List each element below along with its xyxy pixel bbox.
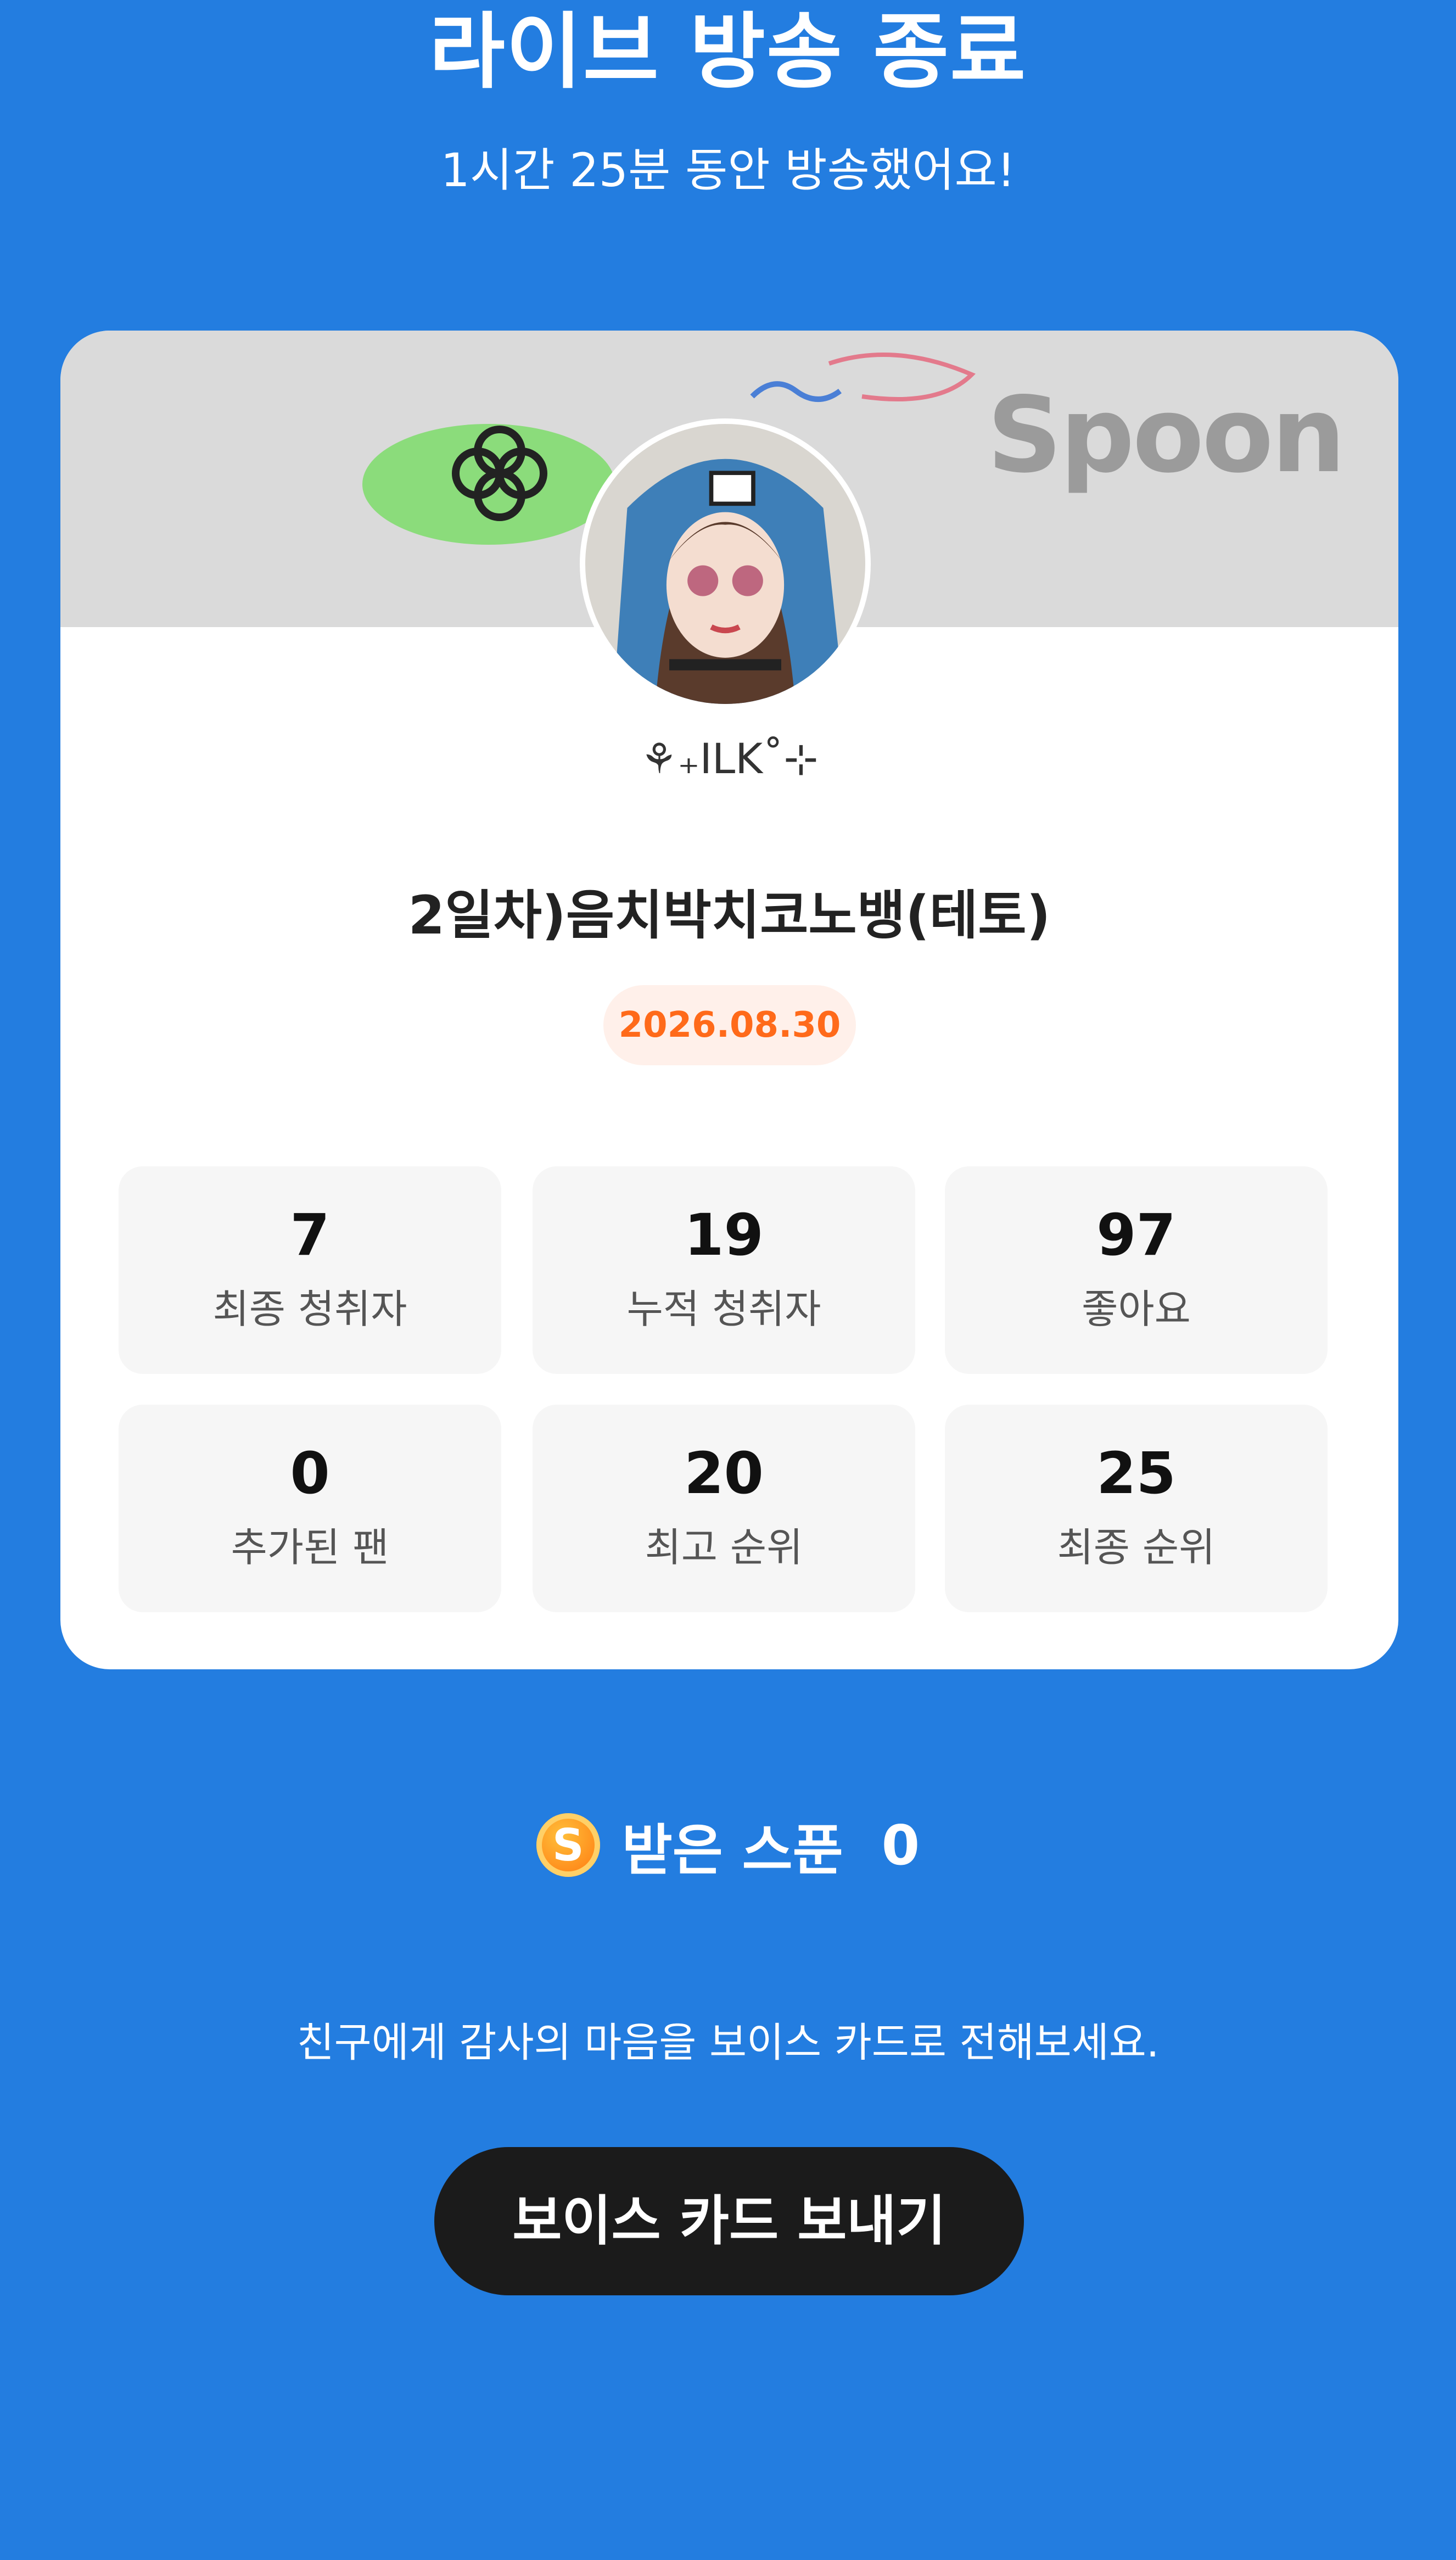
avatar[interactable] [580,418,871,709]
stat-highest-rank: 20 최고 순위 [533,1405,915,1612]
stat-value: 25 [1096,1440,1176,1507]
date-badge: 2026.08.30 [603,985,856,1065]
broadcast-summary-card: Spoon ⚘₊ILK˚⊹ 2일차)음치박치코노뱅(테토) 2026.08.30… [60,331,1398,1669]
voice-card-message: 친구에게 감사의 마음을 보이스 카드로 전해보세요. [296,2019,1160,2066]
stat-label: 최종 청취자 [212,1286,407,1332]
received-spoons-label: 받은 스푼 [621,1818,843,1882]
stat-label: 누적 청취자 [626,1286,821,1332]
avatar-image [585,424,865,704]
streamer-nickname: ⚘₊ILK˚⊹ [640,734,819,783]
stat-value: 97 [1096,1201,1176,1268]
stat-label: 추가된 팬 [231,1524,389,1570]
received-spoons-count: 0 [881,1813,920,1877]
stat-final-listeners: 7 최종 청취자 [119,1166,501,1374]
stat-final-rank: 25 최종 순위 [945,1405,1328,1612]
spoon-logo: Spoon [987,375,1346,496]
send-voice-card-button[interactable]: 보이스 카드 보내기 [434,2147,1024,2295]
stat-label: 최고 순위 [645,1524,803,1570]
stat-label: 최종 순위 [1057,1524,1216,1570]
live-title: 2일차)음치박치코노뱅(테토) [408,885,1051,946]
stat-value: 7 [290,1201,330,1268]
stat-value: 20 [684,1440,764,1507]
stat-label: 좋아요 [1082,1286,1191,1332]
page-title: 라이브 방송 종료 [429,4,1027,100]
stat-likes: 97 좋아요 [945,1166,1328,1374]
stat-total-listeners: 19 누적 청취자 [533,1166,915,1374]
stat-new-fans: 0 추가된 팬 [119,1405,501,1612]
stat-value: 0 [290,1440,330,1507]
received-spoons: S 받은 스푼 0 [0,1807,1456,1883]
stat-value: 19 [684,1201,764,1268]
broadcast-duration: 1시간 25분 동안 방송했어요! [440,143,1016,197]
spoon-coin-icon: S [536,1813,600,1877]
